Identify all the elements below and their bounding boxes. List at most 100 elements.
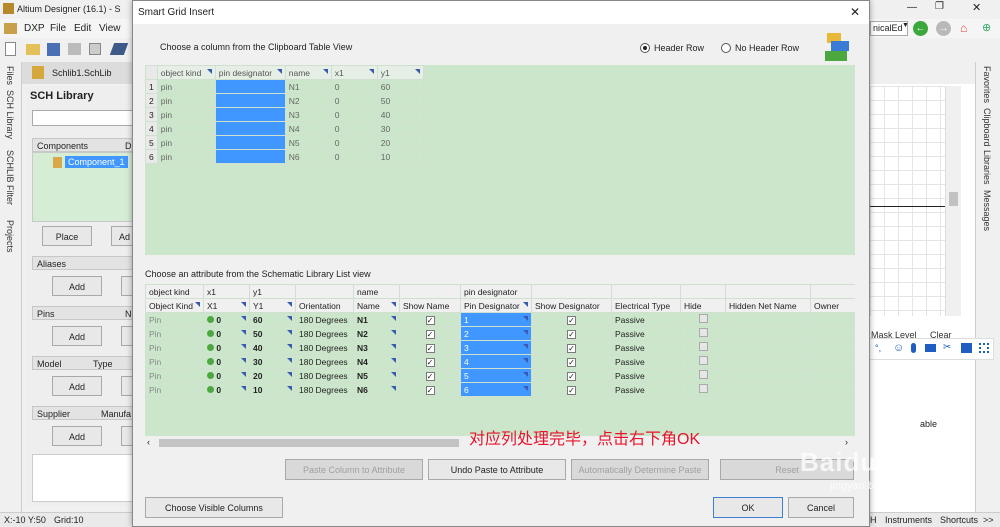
attr-col-name[interactable]: Name [353,298,400,313]
cell-y1[interactable]: 60 [249,312,296,327]
cell-orientation[interactable]: 180 Degrees [295,382,354,397]
checkbox-unchecked-icon[interactable] [698,328,708,337]
grid-menu-icon[interactable] [979,343,989,353]
cell-name[interactable]: N3 [284,107,332,122]
add-supplier-button[interactable]: Add [52,426,102,446]
cell-orientation[interactable]: 180 Degrees [295,368,354,383]
tab-libraries[interactable]: Libraries [982,150,992,185]
cell-kind[interactable]: Pin [145,326,204,341]
cell-y1[interactable]: 10 [376,149,424,164]
ok-button[interactable]: OK [713,497,783,518]
clip-col-pin-designator[interactable]: pin designator [214,65,286,80]
ime-punct-mode[interactable]: °, [875,343,881,353]
status-shortcuts[interactable]: Shortcuts [940,515,978,525]
cell-owner[interactable] [810,326,855,341]
clip-col-object-kind[interactable]: object kind [156,65,216,80]
cell-hidden-net[interactable] [725,340,811,355]
cell-hidden-net[interactable] [725,354,811,369]
menu-view[interactable]: View [99,23,121,34]
cell-kind[interactable]: Pin [145,368,204,383]
checkbox-checked-icon[interactable]: ✓ [567,343,576,353]
component-item-1[interactable]: Component_1 [65,156,128,168]
place-button[interactable]: Place [42,226,92,246]
cell-kind[interactable]: pin [156,93,216,108]
cell-electrical-type[interactable]: Passive [611,382,681,397]
help-icon[interactable]: ⊕ [982,21,991,34]
tab-clipboard[interactable]: Clipboard [982,108,992,147]
open-folder-icon[interactable] [26,44,40,55]
close-app-icon[interactable]: ✕ [972,1,981,14]
checkbox-unchecked-icon[interactable] [698,342,708,351]
cell-x1[interactable]: 0 [330,107,378,122]
tab-sch-library[interactable]: SCH Library [5,90,15,139]
preview-icon[interactable] [89,43,101,55]
checkbox-checked-icon[interactable]: ✓ [425,329,435,339]
cell-show-name[interactable]: ✓ [399,312,461,327]
cell-name[interactable]: N1 [353,312,400,327]
cell-show-name[interactable]: ✓ [399,354,461,369]
choose-visible-columns-button[interactable]: Choose Visible Columns [145,497,283,518]
cell-name[interactable]: N2 [284,93,332,108]
menu-dxp[interactable]: DXP [24,23,45,34]
cell-hidden-net[interactable] [725,382,811,397]
cell-show-designator[interactable]: ✓ [531,368,612,383]
cell-hide[interactable] [680,382,726,397]
cell-hidden-net[interactable] [725,312,811,327]
cell-name[interactable]: N5 [284,135,332,150]
cell-orientation[interactable]: 180 Degrees [295,340,354,355]
maximize-icon[interactable]: ❐ [935,1,944,12]
attr-col-show-name[interactable]: Show Name [399,298,461,313]
menu-file[interactable]: File [50,23,66,34]
cell-hide[interactable] [680,340,726,355]
tab-files[interactable]: Files [5,66,15,85]
cell-show-name[interactable]: ✓ [399,382,461,397]
cell-x1[interactable]: 0 [203,382,250,397]
cell-y1[interactable]: 10 [249,382,296,397]
cell-x1[interactable]: 0 [330,135,378,150]
cell-orientation[interactable]: 180 Degrees [295,312,354,327]
emoji-icon[interactable]: ☺ [893,342,904,354]
attr-col-hide[interactable]: Hide [680,298,726,313]
shirt-icon[interactable] [961,343,972,353]
status-h[interactable]: H [870,515,877,525]
print-icon[interactable] [68,43,81,55]
cell-name[interactable]: N5 [353,368,400,383]
cell-owner[interactable] [810,382,855,397]
clip-col-x1[interactable]: x1 [330,65,378,80]
cell-x1[interactable]: 0 [203,312,250,327]
checkbox-checked-icon[interactable]: ✓ [567,371,576,381]
cell-show-designator[interactable]: ✓ [531,354,612,369]
attr-col-pin-designator[interactable]: Pin Designator [460,298,532,313]
cancel-button[interactable]: Cancel [788,497,854,518]
cell-pin-designator[interactable]: 1 [214,79,286,94]
cell-name[interactable]: N6 [284,149,332,164]
back-icon[interactable]: ← [913,21,928,36]
cell-y1[interactable]: 40 [249,340,296,355]
cell-pin-designator[interactable]: 2 [214,93,286,108]
layers-icon[interactable] [109,43,129,55]
cell-kind[interactable]: pin [156,107,216,122]
checkbox-unchecked-icon[interactable] [698,356,708,365]
cell-y1[interactable]: 50 [376,93,424,108]
cell-y1[interactable]: 20 [249,368,296,383]
cell-hidden-net[interactable] [725,368,811,383]
add-model-button[interactable]: Add [52,376,102,396]
cell-name[interactable]: N4 [284,121,332,136]
cell-owner[interactable] [810,312,855,327]
tab-projects[interactable]: Projects [5,220,15,253]
status-instruments[interactable]: Instruments [885,515,932,525]
cell-pin-designator[interactable]: 5 [460,368,532,383]
cell-electrical-type[interactable]: Passive [611,368,681,383]
cell-kind[interactable]: pin [156,79,216,94]
attr-col-y1[interactable]: Y1 [249,298,296,313]
cell-name[interactable]: N2 [353,326,400,341]
cell-hide[interactable] [680,354,726,369]
checkbox-checked-icon[interactable]: ✓ [425,343,435,353]
cell-hide[interactable] [680,312,726,327]
cell-kind[interactable]: Pin [145,354,204,369]
cell-show-designator[interactable]: ✓ [531,312,612,327]
checkbox-checked-icon[interactable]: ✓ [567,357,576,367]
checkbox-unchecked-icon[interactable] [698,314,708,323]
checkbox-checked-icon[interactable]: ✓ [567,329,576,339]
cell-owner[interactable] [810,354,855,369]
